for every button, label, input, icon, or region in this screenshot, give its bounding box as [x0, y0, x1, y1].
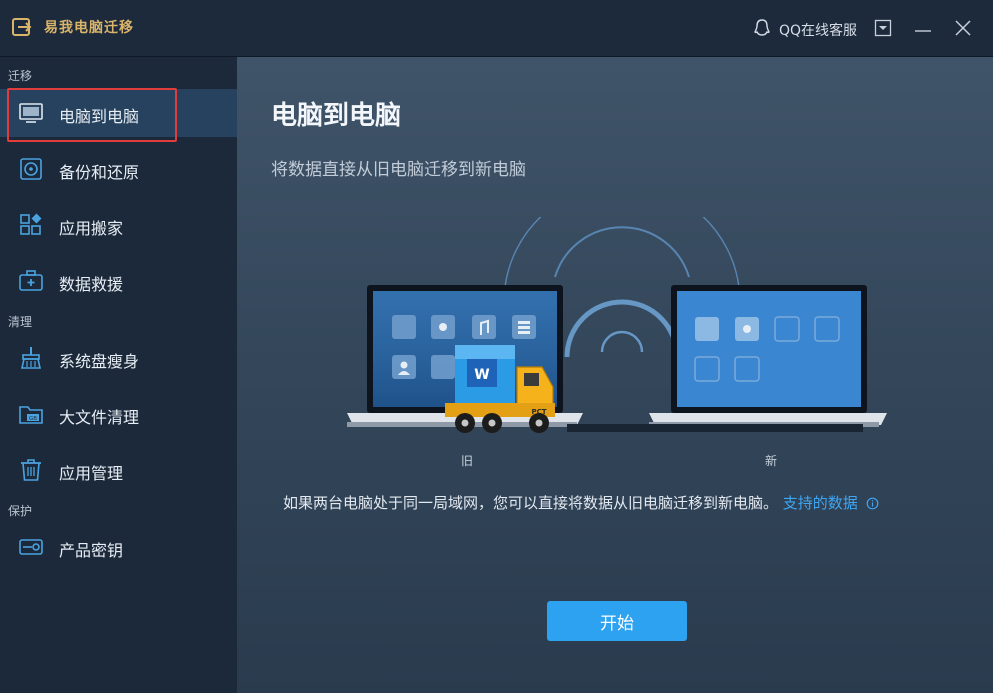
sidebar-item-app-management[interactable]: 应用管理 — [0, 446, 237, 494]
new-pc-label: 新 — [765, 454, 778, 468]
menu-dropdown-icon[interactable] — [874, 19, 892, 37]
info-icon[interactable] — [866, 497, 879, 510]
page-subtitle: 将数据直接从旧电脑迁移到新电脑 — [271, 160, 526, 180]
broom-icon — [21, 347, 41, 369]
section-label-clean: 清理 — [8, 315, 33, 329]
sidebar-item-label: 应用搬家 — [59, 219, 124, 238]
active-item-highlight — [7, 88, 177, 142]
new-laptop-icon — [567, 285, 887, 432]
section-label-protect: 保护 — [8, 504, 33, 518]
main-panel: 电脑到电脑 将数据直接从旧电脑迁移到新电脑 W PCT 旧 新 如果两台电脑处于… — [237, 57, 993, 693]
qq-icon[interactable] — [753, 18, 771, 38]
sidebar-item-label: 系统盘瘦身 — [59, 352, 140, 371]
sidebar-item-backup-restore[interactable]: 备份和还原 — [0, 145, 237, 193]
sidebar-item-large-file-cleanup[interactable]: GB 大文件清理 — [0, 390, 237, 438]
sidebar-item-system-slim[interactable]: 系统盘瘦身 — [0, 334, 237, 382]
sidebar: 迁移 电脑到电脑 备份和还原 应用搬家 数据救援 清理 系统盘瘦身 GB 大文件… — [0, 57, 237, 693]
backup-disk-icon — [20, 158, 42, 180]
sidebar-item-label: 应用管理 — [59, 464, 124, 483]
lan-info-text: 如果两台电脑处于同一局域网，您可以直接将数据从旧电脑迁移到新电脑。 支持的数据 — [283, 492, 879, 513]
sidebar-item-label: 备份和还原 — [59, 163, 140, 182]
key-icon — [19, 539, 43, 555]
sidebar-item-data-rescue[interactable]: 数据救援 — [0, 257, 237, 305]
title-bar: 易我电脑迁移 QQ在线客服 — [0, 0, 993, 57]
close-icon[interactable] — [952, 17, 974, 39]
qq-support-link[interactable]: QQ在线客服 — [779, 20, 857, 40]
app-title: 易我电脑迁移 — [44, 20, 134, 36]
svg-text:GB: GB — [29, 416, 37, 422]
sidebar-item-label: 大文件清理 — [59, 408, 140, 427]
page-title: 电脑到电脑 — [271, 101, 402, 131]
rescue-kit-icon — [19, 270, 43, 291]
start-button[interactable]: 开始 — [547, 601, 687, 641]
svg-text:W: W — [474, 367, 489, 383]
sidebar-item-label: 数据救援 — [59, 275, 124, 294]
minimize-icon[interactable] — [912, 19, 934, 37]
info-text: 如果两台电脑处于同一局域网，您可以直接将数据从旧电脑迁移到新电脑。 — [283, 494, 779, 512]
app-logo-icon — [12, 18, 32, 36]
pc-transfer-illustration: W PCT — [347, 217, 887, 433]
sidebar-item-app-migration[interactable]: 应用搬家 — [0, 201, 237, 249]
old-pc-label: 旧 — [461, 454, 474, 468]
app-grid-icon — [20, 213, 42, 235]
trash-icon — [21, 459, 41, 481]
section-label-migrate: 迁移 — [8, 69, 33, 83]
gb-folder-icon: GB — [19, 406, 43, 424]
sidebar-item-label: 产品密钥 — [59, 541, 124, 560]
supported-data-link[interactable]: 支持的数据 — [783, 494, 858, 512]
sidebar-item-product-key[interactable]: 产品密钥 — [0, 523, 237, 571]
